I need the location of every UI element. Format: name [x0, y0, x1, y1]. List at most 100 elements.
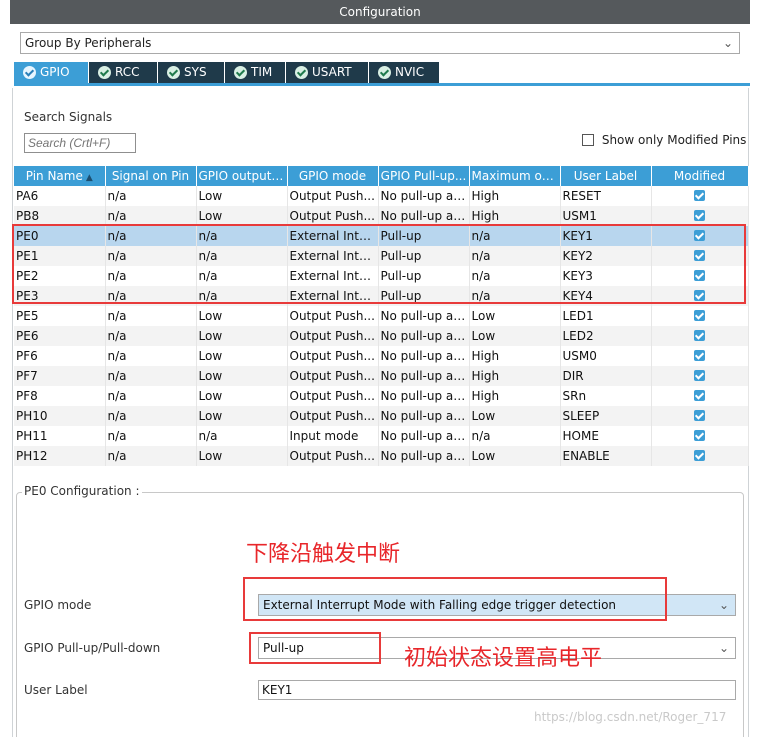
- table-cell: n/a: [469, 286, 561, 306]
- chevron-down-icon[interactable]: ⌄: [723, 33, 733, 53]
- tab-usart[interactable]: USART: [286, 62, 368, 83]
- show-modified-toggle[interactable]: Show only Modified Pins: [582, 133, 746, 147]
- table-row[interactable]: PE5 n/a Low Output Push... No pull-up an... L…: [14, 306, 749, 326]
- checkbox-checked-icon[interactable]: [694, 290, 705, 301]
- table-row[interactable]: PF8 n/a Low Output Push... No pull-up an... H…: [14, 386, 749, 406]
- table-cell: n/a: [196, 426, 288, 446]
- table-cell: High: [469, 366, 561, 386]
- table-cell: n/a: [105, 446, 197, 466]
- checkbox-checked-icon[interactable]: [694, 450, 705, 461]
- table-cell: No pull-up an...: [378, 426, 470, 446]
- table-cell: No pull-up an...: [378, 446, 470, 466]
- checkbox-checked-icon[interactable]: [694, 350, 705, 361]
- table-row[interactable]: PE6 n/a Low Output Push... No pull-up an... L…: [14, 326, 749, 346]
- table-row[interactable]: PE3 n/a n/a External Inte... Pull-up n/a KEY4: [14, 286, 749, 306]
- modified-cell: [651, 246, 749, 266]
- gpio-mode-label: GPIO mode: [24, 598, 92, 612]
- table-cell: n/a: [196, 286, 288, 306]
- table-row[interactable]: PF6 n/a Low Output Push... No pull-up an... H…: [14, 346, 749, 366]
- tab-rcc[interactable]: RCC: [89, 62, 157, 83]
- table-row[interactable]: PH12 n/a Low Output Push... No pull-up an...…: [14, 446, 749, 466]
- table-cell: SLEEP: [560, 406, 652, 426]
- tab-tim[interactable]: TIM: [225, 62, 285, 83]
- modified-cell: [651, 406, 749, 426]
- check-circle-icon: [234, 66, 247, 79]
- tab-label: RCC: [115, 65, 140, 79]
- user-label-label: User Label: [24, 683, 88, 697]
- table-cell: PE0: [14, 226, 106, 246]
- group-by-select[interactable]: Group By Peripherals ⌄: [20, 32, 740, 54]
- checkbox-checked-icon[interactable]: [694, 250, 705, 261]
- table-row[interactable]: PE1 n/a n/a External Inte... Pull-up n/a KEY2: [14, 246, 749, 266]
- table-cell: Low: [196, 386, 288, 406]
- annotation-pull-high: 初始状态设置高电平: [404, 646, 603, 671]
- tab-nvic[interactable]: NVIC: [369, 62, 439, 83]
- table-row[interactable]: PH10 n/a Low Output Push... No pull-up an...…: [14, 406, 749, 426]
- table-row[interactable]: PB8 n/a Low Output Push... No pull-up an... H…: [14, 206, 749, 226]
- table-row[interactable]: PH11 n/a n/a Input mode No pull-up an... n/a H…: [14, 426, 749, 446]
- search-input[interactable]: [24, 133, 136, 153]
- panel-title: Configuration: [10, 0, 750, 24]
- table-cell: PH10: [14, 406, 106, 426]
- table-header-row: Pin Name ▲ Signal on Pin GPIO output ... …: [14, 166, 749, 186]
- peripheral-tabs: GPIO RCC SYS TIM USART NVIC: [14, 62, 750, 86]
- table-cell: KEY4: [560, 286, 652, 306]
- table-row[interactable]: PE0 n/a n/a External Inte... Pull-up n/a KEY1: [14, 226, 749, 246]
- table-cell: KEY2: [560, 246, 652, 266]
- table-cell: PF8: [14, 386, 106, 406]
- check-circle-icon: [295, 66, 308, 79]
- chevron-down-icon[interactable]: ⌄: [719, 638, 729, 658]
- table-cell: n/a: [196, 226, 288, 246]
- checkbox-checked-icon[interactable]: [694, 230, 705, 241]
- col-header-modified[interactable]: Modified: [651, 166, 749, 186]
- table-cell: External Inte...: [287, 246, 379, 266]
- check-circle-icon: [23, 66, 36, 79]
- table-cell: KEY1: [560, 226, 652, 246]
- checkbox-checked-icon[interactable]: [694, 390, 705, 401]
- col-header-user-label[interactable]: User Label: [560, 166, 652, 186]
- table-cell: n/a: [105, 426, 197, 446]
- table-cell: n/a: [105, 306, 197, 326]
- col-header-gpio-output[interactable]: GPIO output ...: [196, 166, 288, 186]
- gpio-mode-select[interactable]: External Interrupt Mode with Falling edg…: [258, 594, 736, 616]
- user-label-input[interactable]: KEY1: [258, 680, 736, 700]
- tab-label: TIM: [251, 65, 273, 79]
- table-cell: PA6: [14, 186, 106, 206]
- checkbox-checked-icon[interactable]: [694, 370, 705, 381]
- modified-cell: [651, 186, 749, 206]
- col-header-pin-name[interactable]: Pin Name ▲: [14, 166, 106, 186]
- checkbox-checked-icon[interactable]: [694, 410, 705, 421]
- table-row[interactable]: PF7 n/a Low Output Push... No pull-up an... H…: [14, 366, 749, 386]
- checkbox-checked-icon[interactable]: [694, 310, 705, 321]
- col-header-pull[interactable]: GPIO Pull-up...: [378, 166, 470, 186]
- checkbox-checked-icon[interactable]: [694, 430, 705, 441]
- show-modified-checkbox[interactable]: [582, 134, 594, 146]
- table-cell: High: [469, 346, 561, 366]
- table-cell: USM0: [560, 346, 652, 366]
- table-cell: Output Push...: [287, 366, 379, 386]
- table-cell: Output Push...: [287, 346, 379, 366]
- modified-cell: [651, 426, 749, 446]
- table-cell: External Inte...: [287, 226, 379, 246]
- tab-gpio[interactable]: GPIO: [14, 62, 88, 83]
- table-row[interactable]: PE2 n/a n/a External Inte... Pull-up n/a KEY3: [14, 266, 749, 286]
- checkbox-checked-icon[interactable]: [694, 190, 705, 201]
- table-row[interactable]: PA6 n/a Low Output Push... No pull-up an... H…: [14, 186, 749, 206]
- table-cell: Output Push...: [287, 406, 379, 426]
- checkbox-checked-icon[interactable]: [694, 330, 705, 341]
- check-circle-icon: [98, 66, 111, 79]
- table-cell: n/a: [469, 426, 561, 446]
- tab-sys[interactable]: SYS: [158, 62, 224, 83]
- table-cell: n/a: [105, 366, 197, 386]
- col-header-signal[interactable]: Signal on Pin: [105, 166, 197, 186]
- table-cell: External Inte...: [287, 266, 379, 286]
- table-cell: Pull-up: [378, 266, 470, 286]
- checkbox-checked-icon[interactable]: [694, 270, 705, 281]
- chevron-down-icon[interactable]: ⌄: [719, 595, 729, 615]
- table-cell: Output Push...: [287, 386, 379, 406]
- modified-cell: [651, 306, 749, 326]
- checkbox-checked-icon[interactable]: [694, 210, 705, 221]
- col-header-gpio-mode[interactable]: GPIO mode: [287, 166, 379, 186]
- table-cell: PB8: [14, 206, 106, 226]
- col-header-max-output[interactable]: Maximum ou...: [469, 166, 561, 186]
